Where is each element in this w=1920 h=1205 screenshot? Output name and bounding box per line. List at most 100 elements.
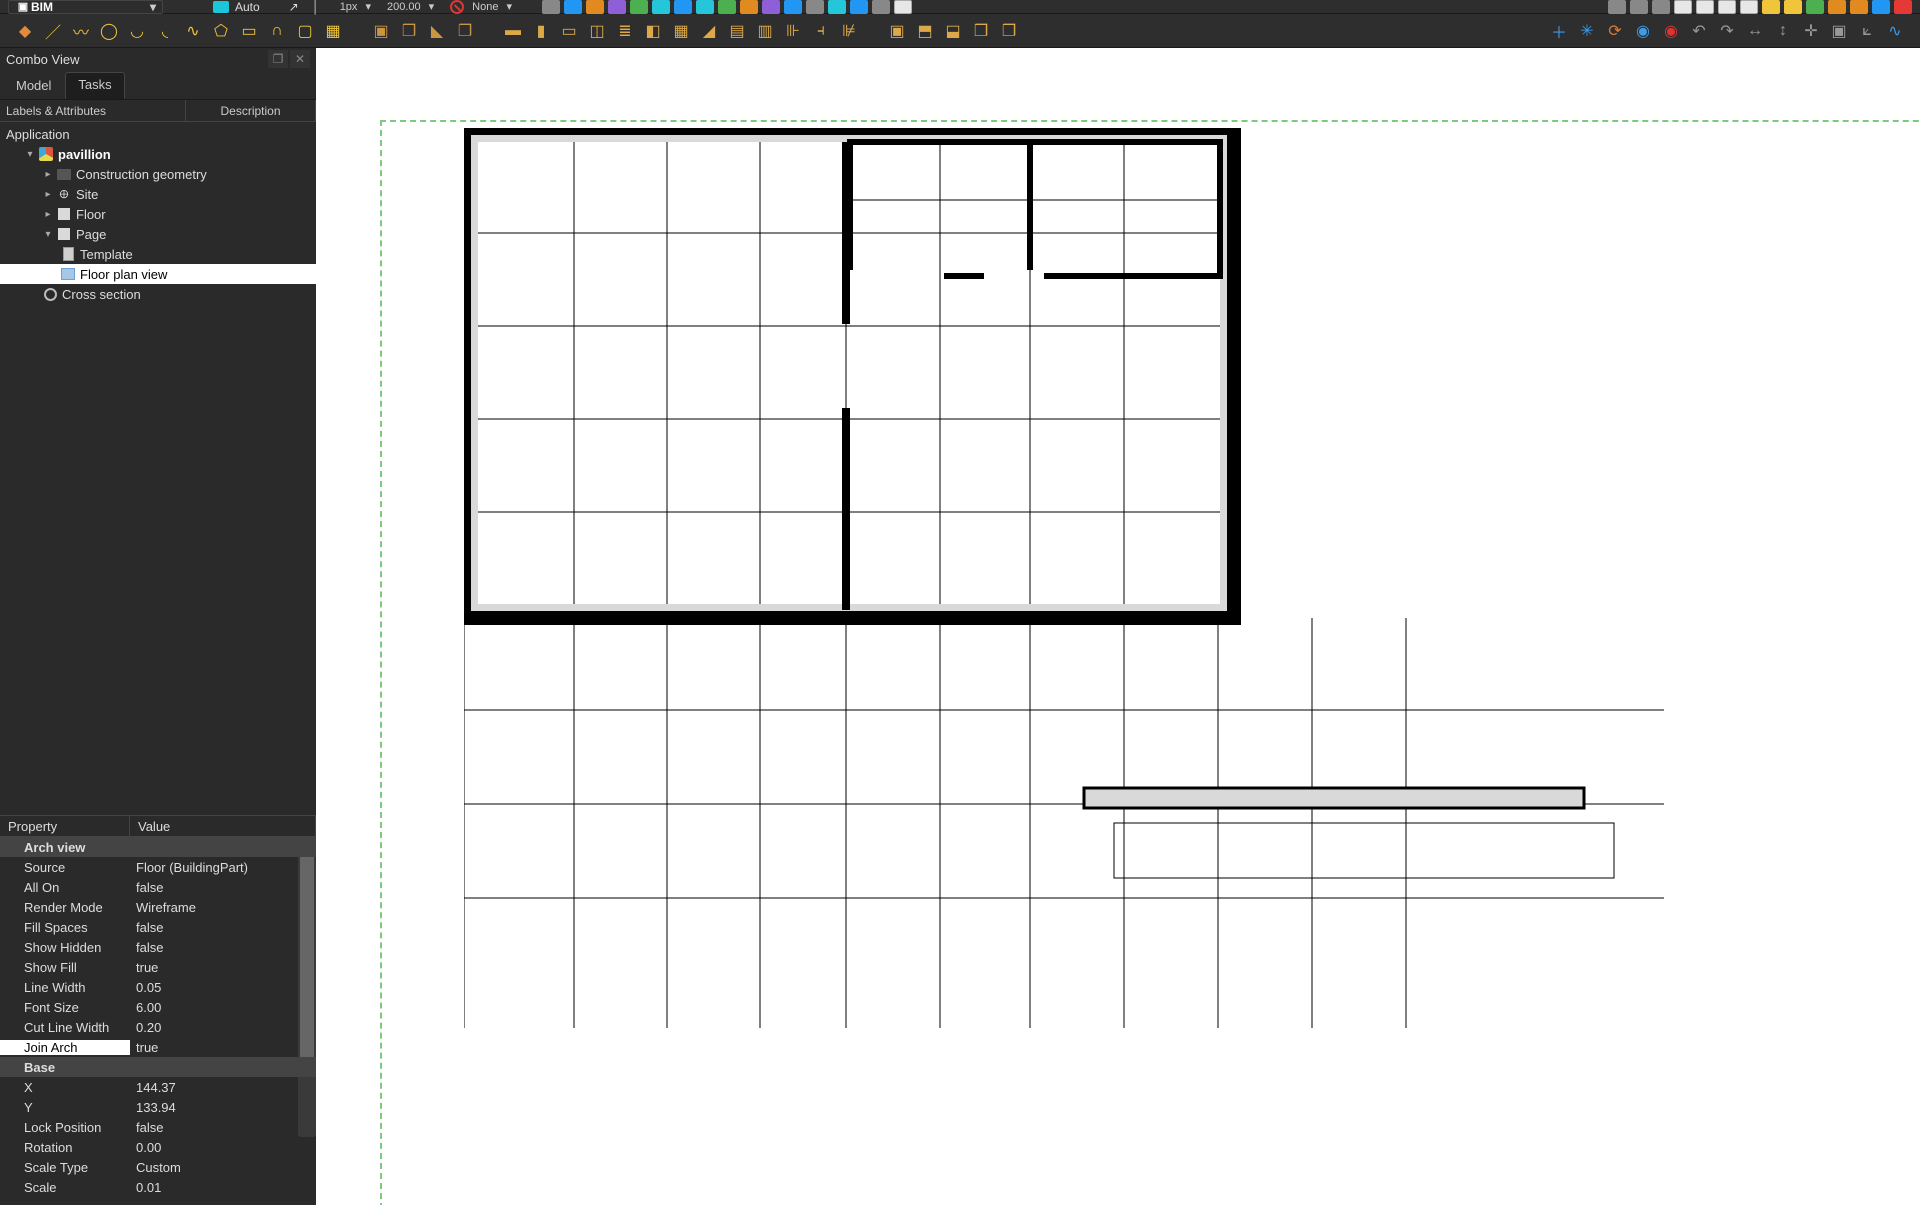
expand-icon[interactable]: ▾ [42, 229, 54, 240]
box-icon[interactable]: ▢ [294, 20, 316, 42]
property-row[interactable]: Cut Line Width0.20 [0, 1017, 316, 1037]
profile-icon[interactable]: ▣ [886, 20, 908, 42]
window-icon[interactable]: ▦ [670, 20, 692, 42]
property-value[interactable]: 0.01 [130, 1180, 316, 1195]
snap-angle-icon[interactable] [630, 0, 648, 14]
wire-icon[interactable]: 〰 [70, 20, 92, 42]
snap-wp-icon[interactable] [828, 0, 846, 14]
tbl-icon[interactable] [1806, 0, 1824, 14]
part2-icon[interactable]: ❒ [998, 20, 1020, 42]
text-a-icon[interactable] [1828, 0, 1846, 14]
snap-spec-icon[interactable] [740, 0, 758, 14]
workbench-selector[interactable]: ▣ BIM ▾ [8, 0, 163, 14]
tree-item-floorplan[interactable]: Floor plan view [0, 264, 316, 284]
beam-icon[interactable]: ▭ [558, 20, 580, 42]
extrude-icon[interactable]: ⬒ [914, 20, 936, 42]
snap-mid-icon[interactable] [586, 0, 604, 14]
roof-icon[interactable]: ◢ [698, 20, 720, 42]
slab-icon[interactable]: ◫ [586, 20, 608, 42]
spline-icon[interactable]: ∿ [182, 20, 204, 42]
circle-icon[interactable]: ◯ [98, 20, 120, 42]
close-icon[interactable]: ✕ [290, 50, 310, 68]
panel-icon[interactable]: ▤ [726, 20, 748, 42]
page-icon[interactable] [1674, 0, 1692, 14]
section-base[interactable]: Base [0, 1057, 316, 1077]
snap-ext-icon[interactable] [696, 0, 714, 14]
box3d-icon[interactable]: ❒ [398, 20, 420, 42]
property-row[interactable]: X144.37 [0, 1077, 316, 1097]
property-value[interactable]: false [130, 920, 316, 935]
property-row[interactable]: Join Archtrue [0, 1037, 316, 1057]
snap-par-icon[interactable] [718, 0, 736, 14]
shapebuilder-icon[interactable]: ▣ [370, 20, 392, 42]
property-row[interactable]: Font Size6.00 [0, 997, 316, 1017]
arc-icon[interactable]: ◡ [126, 20, 148, 42]
col-desc[interactable]: Description [186, 100, 316, 122]
float-icon[interactable]: ❐ [268, 50, 288, 68]
expand-icon[interactable]: ▸ [42, 189, 54, 200]
col-labels[interactable]: Labels & Attributes [0, 100, 186, 122]
move-h-icon[interactable]: ↔ [1744, 20, 1766, 42]
snap-grid2-icon[interactable] [806, 0, 824, 14]
col-value[interactable]: Value [130, 816, 316, 837]
expand-icon[interactable]: ▸ [42, 169, 54, 180]
line-px[interactable]: 1px▾ [340, 0, 371, 13]
section-archview[interactable]: Arch view [0, 837, 316, 857]
grid-icon[interactable] [542, 0, 560, 14]
property-value[interactable]: Wireframe [130, 900, 316, 915]
arc3p-icon[interactable]: ◟ [154, 20, 176, 42]
property-row[interactable]: Render ModeWireframe [0, 897, 316, 917]
plus-blue-icon[interactable]: ＋ [1548, 20, 1570, 42]
column-icon[interactable]: ▮ [530, 20, 552, 42]
frame-icon[interactable]: ▥ [754, 20, 776, 42]
color-auto[interactable]: Auto [213, 0, 260, 14]
undo-icon[interactable]: ↶ [1688, 20, 1710, 42]
polygon-icon[interactable]: ⬠ [210, 20, 232, 42]
tool-b-icon[interactable] [1630, 0, 1648, 14]
wall-icon[interactable]: ▬ [502, 20, 524, 42]
tab-tasks[interactable]: Tasks [65, 72, 124, 99]
part-icon[interactable]: ❒ [970, 20, 992, 42]
property-value[interactable]: 133.94 [130, 1100, 316, 1115]
tree-item-template[interactable]: Template [0, 244, 316, 264]
page2-icon[interactable] [1696, 0, 1714, 14]
sine2-icon[interactable]: ∿ [1884, 20, 1906, 42]
property-row[interactable]: Lock Positionfalse [0, 1117, 316, 1137]
snap-off-icon[interactable] [872, 0, 890, 14]
property-value[interactable]: 0.20 [130, 1020, 316, 1035]
rebar-icon[interactable]: ⊯ [838, 20, 860, 42]
globe-icon[interactable]: ◉ [1632, 20, 1654, 42]
fence-icon[interactable]: ⊪ [782, 20, 804, 42]
tree-item-crosssection[interactable]: Cross section [0, 284, 316, 304]
page3-icon[interactable] [1718, 0, 1736, 14]
property-value[interactable]: 0.00 [130, 1140, 316, 1155]
expand-icon[interactable]: ▾ [24, 149, 36, 160]
tree-project[interactable]: ▾ pavillion [0, 144, 316, 164]
property-row[interactable]: Scale0.01 [0, 1177, 316, 1197]
redo-icon[interactable]: ↷ [1716, 20, 1738, 42]
property-row[interactable]: Rotation0.00 [0, 1137, 316, 1157]
property-value[interactable]: Floor (BuildingPart) [130, 860, 316, 875]
property-value[interactable]: false [130, 880, 316, 895]
snap-all-icon[interactable]: ✳ [1576, 20, 1598, 42]
struct-icon[interactable]: ⬓ [942, 20, 964, 42]
line-icon[interactable]: ／ [42, 20, 64, 42]
snap-near-icon[interactable] [762, 0, 780, 14]
door-icon[interactable]: ◧ [642, 20, 664, 42]
tree-item-construction[interactable]: ▸ Construction geometry [0, 164, 316, 184]
tab-model[interactable]: Model [4, 74, 63, 99]
snap-ortho-icon[interactable] [784, 0, 802, 14]
property-value[interactable]: false [130, 940, 316, 955]
move-v-icon[interactable]: ↕ [1772, 20, 1794, 42]
point-icon[interactable]: ◆ [14, 20, 36, 42]
view2-icon[interactable] [1784, 0, 1802, 14]
property-row[interactable]: Line Width0.05 [0, 977, 316, 997]
box3d2-icon[interactable]: ❐ [454, 20, 476, 42]
rec-icon[interactable] [1894, 0, 1912, 14]
property-value[interactable]: true [130, 1040, 316, 1055]
refresh-icon[interactable]: ⟳ [1604, 20, 1626, 42]
snap-int-icon[interactable] [652, 0, 670, 14]
snap-dim-icon[interactable] [850, 0, 868, 14]
snap-perp-icon[interactable] [674, 0, 692, 14]
tag-icon[interactable]: ◣ [426, 20, 448, 42]
